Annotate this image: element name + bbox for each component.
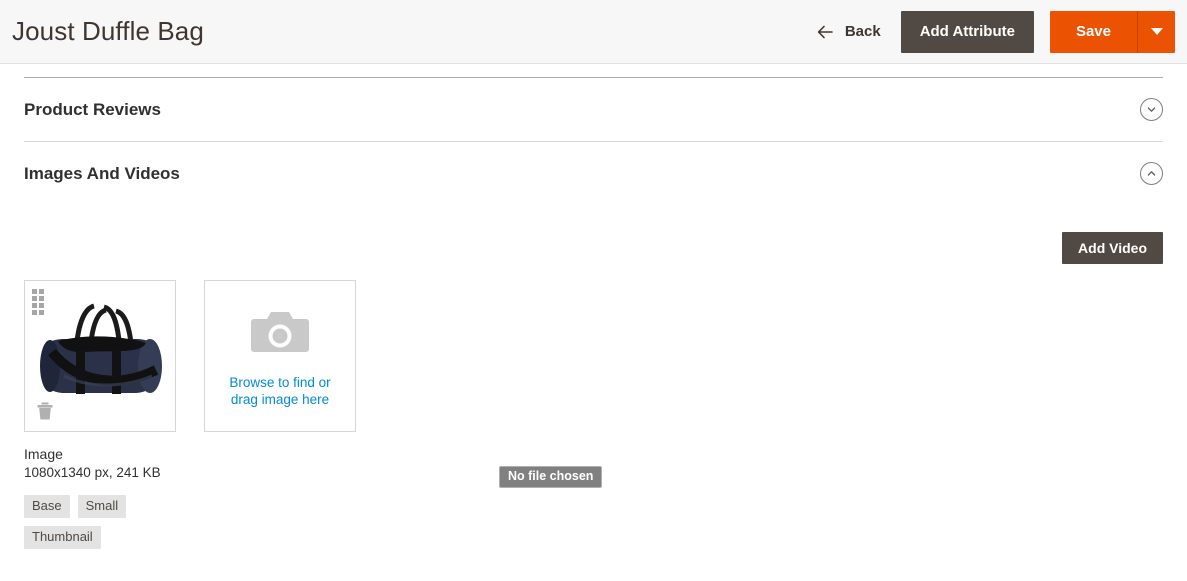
gallery-panel: Add Video Browse to find or drag image h… xyxy=(24,205,1163,549)
section-title-product-reviews: Product Reviews xyxy=(24,99,161,119)
page-content: Product Reviews Images And Videos Add Vi… xyxy=(0,77,1187,549)
arrow-left-icon xyxy=(816,23,834,41)
role-badge-thumbnail: Thumbnail xyxy=(24,526,101,549)
caret-down-icon xyxy=(1150,28,1163,35)
section-title-images-and-videos: Images And Videos xyxy=(24,163,180,183)
image-dimensions: 1080x1340 px, 241 KB xyxy=(24,465,161,480)
back-button-label: Back xyxy=(844,23,881,40)
role-badge-base: Base xyxy=(24,495,70,518)
upload-prompt: Browse to find or drag image here xyxy=(229,374,330,408)
save-button-group: Save xyxy=(1049,10,1175,53)
save-dropdown-toggle[interactable] xyxy=(1137,10,1175,53)
back-button[interactable]: Back xyxy=(796,0,901,64)
add-video-button[interactable]: Add Video xyxy=(1062,232,1163,264)
chevron-up-circle-icon[interactable] xyxy=(1140,162,1163,185)
drag-handle-icon[interactable] xyxy=(32,289,44,315)
image-roles: Base Small Thumbnail xyxy=(24,495,184,549)
section-header-product-reviews[interactable]: Product Reviews xyxy=(24,78,1163,141)
image-label: Image xyxy=(24,446,63,462)
section-header-images-and-videos[interactable]: Images And Videos xyxy=(24,142,1163,205)
upload-prompt-line1: Browse to find or xyxy=(229,375,331,390)
gallery-items: Browse to find or drag image here xyxy=(24,280,1163,432)
product-image-thumbnail xyxy=(28,296,172,416)
header-actions: Back Add Attribute Save xyxy=(796,0,1187,64)
gallery-image-item[interactable] xyxy=(24,280,176,432)
save-button[interactable]: Save xyxy=(1049,10,1137,53)
image-upload-dropzone[interactable]: Browse to find or drag image here xyxy=(204,280,356,432)
camera-icon xyxy=(249,308,311,361)
file-chooser-status: No file chosen xyxy=(499,466,603,488)
trash-icon[interactable] xyxy=(34,400,56,422)
chevron-down-circle-icon[interactable] xyxy=(1140,98,1163,121)
role-badge-small: Small xyxy=(77,495,127,518)
section-product-reviews: Product Reviews xyxy=(24,78,1163,142)
image-metadata: Image 1080x1340 px, 241 KB Base Small Th… xyxy=(24,445,324,549)
page-title: Joust Duffle Bag xyxy=(12,16,204,46)
upload-prompt-line2: drag image here xyxy=(230,392,330,407)
page-header: Joust Duffle Bag Back Add Attribute Save xyxy=(0,0,1187,64)
add-attribute-button[interactable]: Add Attribute xyxy=(900,10,1034,53)
gallery-toolbar: Add Video xyxy=(24,232,1163,264)
